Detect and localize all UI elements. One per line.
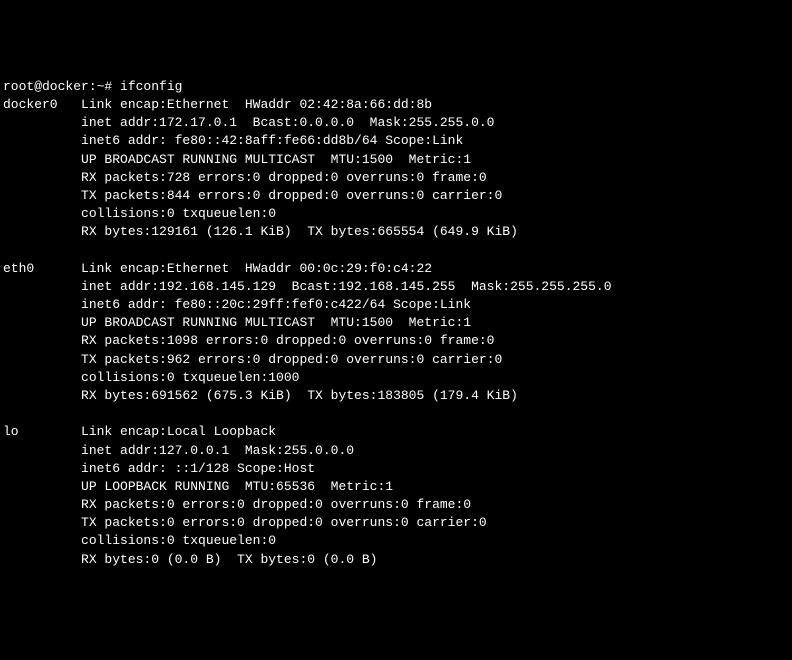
command-text: ifconfig	[120, 79, 182, 94]
iface-2-line-2: inet6 addr: ::1/128 Scope:Host	[81, 461, 315, 476]
iface-0-line-7: RX bytes:129161 (126.1 KiB) TX bytes:665…	[81, 224, 518, 239]
iface-1-line-0: Link encap:Ethernet HWaddr 00:0c:29:f0:c…	[81, 261, 432, 276]
iface-1-line-5: TX packets:962 errors:0 dropped:0 overru…	[81, 352, 502, 367]
iface-2-line-4: RX packets:0 errors:0 dropped:0 overruns…	[81, 497, 471, 512]
iface-1-line-4: RX packets:1098 errors:0 dropped:0 overr…	[81, 333, 494, 348]
shell-prompt: root@docker:~#	[3, 79, 120, 94]
iface-1-line-7: RX bytes:691562 (675.3 KiB) TX bytes:183…	[81, 388, 518, 403]
iface-2-name: lo	[3, 424, 19, 439]
iface-2-line-6: collisions:0 txqueuelen:0	[81, 533, 276, 548]
iface-1-name: eth0	[3, 261, 34, 276]
iface-2-line-3: UP LOOPBACK RUNNING MTU:65536 Metric:1	[81, 479, 393, 494]
iface-0-line-2: inet6 addr: fe80::42:8aff:fe66:dd8b/64 S…	[81, 133, 463, 148]
terminal-output[interactable]: root@docker:~# ifconfig docker0 Link enc…	[3, 78, 789, 569]
iface-0-line-3: UP BROADCAST RUNNING MULTICAST MTU:1500 …	[81, 152, 471, 167]
iface-0-name: docker0	[3, 97, 58, 112]
iface-2-line-7: RX bytes:0 (0.0 B) TX bytes:0 (0.0 B)	[81, 552, 377, 567]
iface-1-line-6: collisions:0 txqueuelen:1000	[81, 370, 299, 385]
iface-0-line-0: Link encap:Ethernet HWaddr 02:42:8a:66:d…	[81, 97, 432, 112]
iface-0-line-4: RX packets:728 errors:0 dropped:0 overru…	[81, 170, 487, 185]
iface-2-line-5: TX packets:0 errors:0 dropped:0 overruns…	[81, 515, 487, 530]
iface-0-line-5: TX packets:844 errors:0 dropped:0 overru…	[81, 188, 502, 203]
iface-2-line-0: Link encap:Local Loopback	[81, 424, 276, 439]
iface-1-line-3: UP BROADCAST RUNNING MULTICAST MTU:1500 …	[81, 315, 471, 330]
iface-2-line-1: inet addr:127.0.0.1 Mask:255.0.0.0	[81, 443, 354, 458]
iface-1-line-2: inet6 addr: fe80::20c:29ff:fef0:c422/64 …	[81, 297, 471, 312]
iface-0-line-6: collisions:0 txqueuelen:0	[81, 206, 276, 221]
iface-1-line-1: inet addr:192.168.145.129 Bcast:192.168.…	[81, 279, 612, 294]
iface-0-line-1: inet addr:172.17.0.1 Bcast:0.0.0.0 Mask:…	[81, 115, 494, 130]
